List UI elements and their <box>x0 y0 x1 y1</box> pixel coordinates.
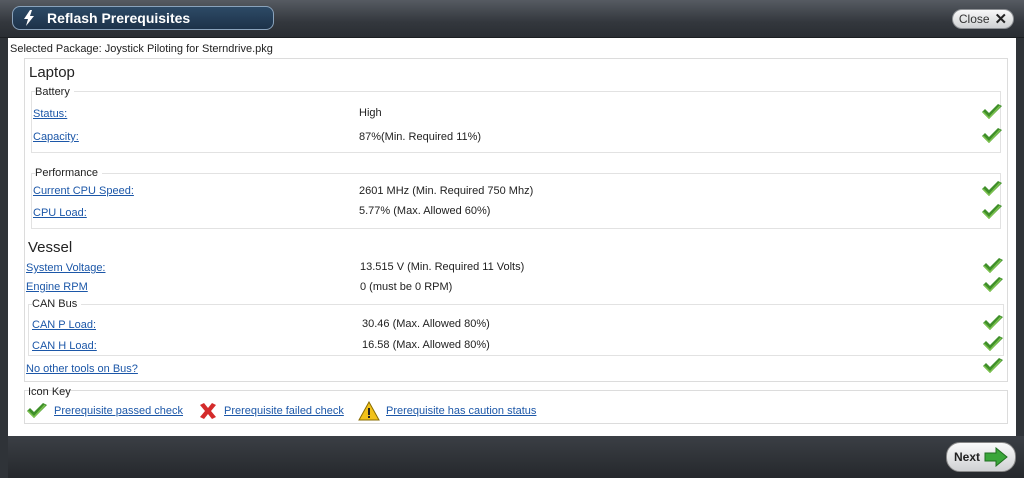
window-title: Reflash Prerequisites <box>47 10 191 26</box>
check-icon <box>983 277 1003 293</box>
engine-rpm-value: 0 (must be 0 RPM) <box>360 281 453 293</box>
battery-capacity-link[interactable]: Capacity: <box>33 131 79 143</box>
next-label: Next <box>953 450 980 464</box>
check-icon <box>982 104 1002 120</box>
footer-bar: Next <box>8 436 1024 478</box>
laptop-group-title: Laptop <box>29 64 75 81</box>
vessel-group-title: Vessel <box>28 239 73 256</box>
battery-capacity-value: 87%(Min. Required 11%) <box>359 131 482 143</box>
caution-warning-icon <box>358 401 380 421</box>
check-icon <box>27 403 47 419</box>
can-bus-title: CAN Bus <box>32 298 82 310</box>
key-failed: Prerequisite failed check <box>198 402 344 420</box>
cpu-load-value: 5.77% (Max. Allowed 60%) <box>359 205 491 217</box>
battery-status-value: High <box>359 107 382 119</box>
check-icon <box>982 204 1002 220</box>
performance-subgroup <box>31 173 1001 229</box>
battery-subgroup <box>31 91 1001 153</box>
battery-title: Battery <box>35 86 74 98</box>
reflash-prerequisites-window: Reflash Prerequisites Close ✕ Selected P… <box>0 0 1024 478</box>
selected-package-label: Selected Package: Joystick Piloting for … <box>10 43 273 55</box>
check-icon <box>983 315 1003 331</box>
can-bus-subgroup <box>28 304 1004 356</box>
key-passed: Prerequisite passed check <box>26 402 183 420</box>
can-h-load-link[interactable]: CAN H Load: <box>32 340 97 352</box>
system-voltage-value: 13.515 V (Min. Required 11 Volts) <box>360 261 525 273</box>
key-caution-link[interactable]: Prerequisite has caution status <box>386 405 536 417</box>
lightning-bolt-icon <box>24 10 34 26</box>
title-bar: Reflash Prerequisites Close ✕ <box>0 0 1024 38</box>
key-caution: Prerequisite has caution status <box>358 401 536 421</box>
content-area: Selected Package: Joystick Piloting for … <box>8 38 1016 434</box>
cpu-speed-value: 2601 MHz (Min. Required 750 Mhz) <box>359 185 534 197</box>
cpu-speed-link[interactable]: Current CPU Speed: <box>33 185 134 197</box>
check-icon <box>983 358 1003 374</box>
x-fail-icon <box>200 403 216 419</box>
no-other-tools-link[interactable]: No other tools on Bus? <box>26 363 138 375</box>
check-icon <box>982 128 1002 144</box>
engine-rpm-link[interactable]: Engine RPM <box>26 281 88 293</box>
next-button[interactable]: Next <box>946 442 1016 472</box>
key-passed-link[interactable]: Prerequisite passed check <box>54 405 183 417</box>
window-title-pill: Reflash Prerequisites <box>12 6 274 30</box>
battery-status-link[interactable]: Status: <box>33 108 67 120</box>
close-label: Close <box>958 12 990 26</box>
can-p-load-value: 30.46 (Max. Allowed 80%) <box>362 318 490 330</box>
left-border <box>0 38 8 478</box>
cpu-load-link[interactable]: CPU Load: <box>33 207 87 219</box>
close-button[interactable]: Close ✕ <box>952 9 1014 29</box>
system-voltage-link[interactable]: System Voltage: <box>26 262 106 274</box>
icon-key-title: Icon Key <box>28 386 71 398</box>
key-failed-link[interactable]: Prerequisite failed check <box>224 405 344 417</box>
can-p-load-link[interactable]: CAN P Load: <box>32 319 96 331</box>
close-icon: ✕ <box>994 10 1008 28</box>
performance-title: Performance <box>35 167 102 179</box>
can-h-load-value: 16.58 (Max. Allowed 80%) <box>362 339 490 351</box>
check-icon <box>982 181 1002 197</box>
check-icon <box>983 258 1003 274</box>
arrow-right-icon <box>984 447 1008 467</box>
right-border <box>1016 38 1024 436</box>
check-icon <box>983 336 1003 352</box>
